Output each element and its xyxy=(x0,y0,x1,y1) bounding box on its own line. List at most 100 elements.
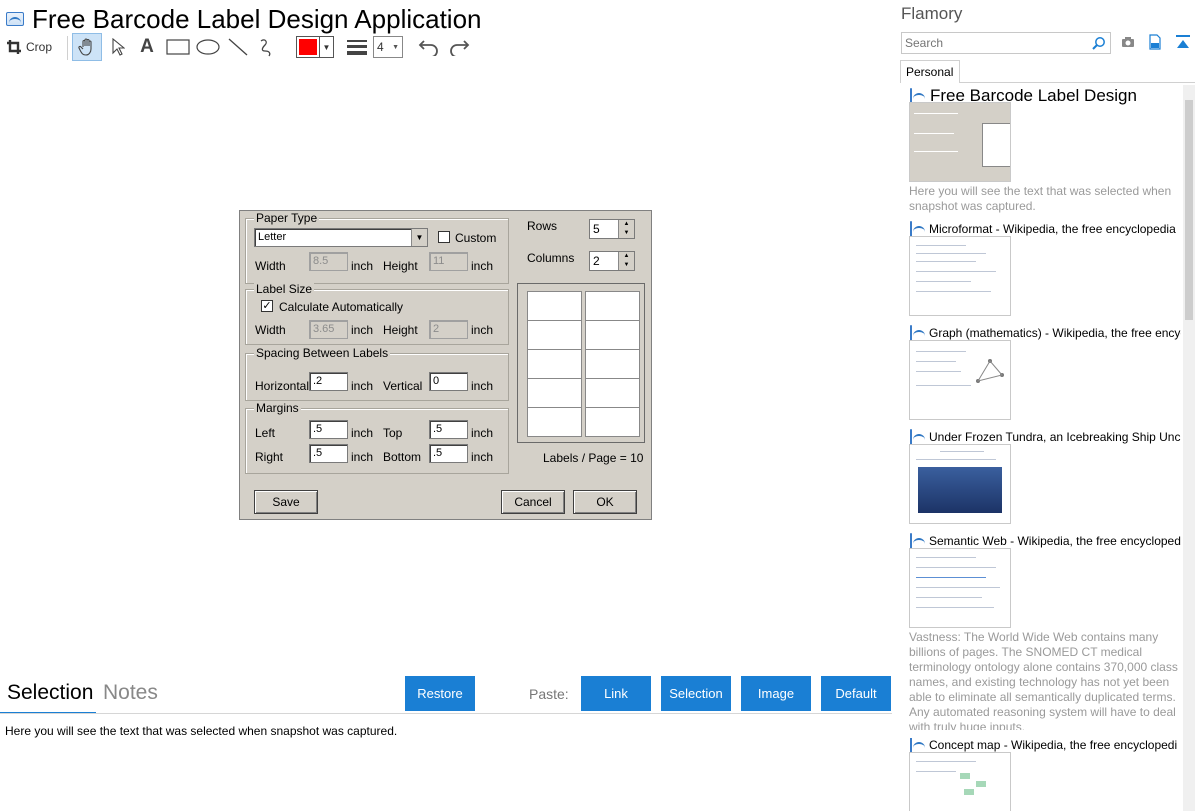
snapshot-item[interactable]: Graph (mathematics) - Wikipedia, the fre… xyxy=(897,325,1181,424)
rectangle-tool-button[interactable] xyxy=(164,33,192,61)
tab-underline xyxy=(959,82,1195,83)
freehand-tool-button[interactable] xyxy=(255,33,279,61)
line-icon xyxy=(228,38,248,56)
paper-width-field[interactable]: 8.5 xyxy=(309,252,348,271)
search-field[interactable] xyxy=(902,33,1088,53)
left-margin-field[interactable]: .5 xyxy=(309,420,348,439)
paste-label: Paste: xyxy=(529,686,569,702)
snapshot-thumbnail xyxy=(909,548,1011,628)
snapshot-note: Vastness: The World Wide Web contains ma… xyxy=(909,630,1178,730)
paper-height-label: Height xyxy=(383,259,418,273)
margins-group: Margins Left .5 inch Top .5 inch Right .… xyxy=(245,401,509,474)
undo-button[interactable] xyxy=(416,33,442,61)
snapshot-thumbnail xyxy=(909,340,1011,420)
paste-default-button[interactable]: Default xyxy=(821,676,891,711)
horizontal-unit: inch xyxy=(351,379,374,393)
crop-button[interactable]: Crop xyxy=(6,33,58,61)
line-width-select[interactable]: 4 ▼ xyxy=(372,33,404,61)
bottom-margin-field[interactable]: .5 xyxy=(429,444,468,463)
bottom-margin-label: Bottom xyxy=(383,450,422,464)
right-margin-field[interactable]: .5 xyxy=(309,444,348,463)
select-tool-button[interactable] xyxy=(106,33,130,61)
label-size-group: Label Size ✓ Calculate Automatically Wid… xyxy=(245,282,509,345)
paste-link-button[interactable]: Link xyxy=(581,676,651,711)
paper-type-select[interactable]: Letter ▼ xyxy=(254,228,428,247)
paste-selection-button[interactable]: Selection xyxy=(661,676,731,711)
cancel-button[interactable]: Cancel xyxy=(501,490,565,514)
spacing-title: Spacing Between Labels xyxy=(254,346,391,360)
snapshot-item[interactable]: Free Barcode Label Design Here you will … xyxy=(897,86,1181,216)
label-width-label: Width xyxy=(255,323,286,337)
snapshot-item[interactable]: Under Frozen Tundra, an Icebreaking Ship… xyxy=(897,429,1181,528)
toolbar: Crop A ▼ 4 ▼ xyxy=(4,33,504,63)
custom-checkbox[interactable] xyxy=(438,231,450,243)
toolbar-divider xyxy=(67,36,68,60)
paper-type-title: Paper Type xyxy=(254,211,320,225)
label-size-title: Label Size xyxy=(254,282,315,296)
rows-label: Rows xyxy=(527,219,558,233)
label-width-unit: inch xyxy=(351,323,374,337)
snapshot-item[interactable]: Concept map - Wikipedia, the free encycl… xyxy=(897,738,1181,811)
top-margin-field[interactable]: .5 xyxy=(429,420,468,439)
snapshot-title: Graph (mathematics) - Wikipedia, the fre… xyxy=(929,326,1181,340)
chevron-down-icon: ▼ xyxy=(411,229,427,246)
preview-label-cell xyxy=(527,291,582,321)
search-input[interactable] xyxy=(901,32,1111,54)
label-height-field[interactable]: 2 xyxy=(429,320,468,339)
line-width-value: 4 xyxy=(377,40,384,54)
color-picker[interactable]: ▼ xyxy=(293,33,337,61)
search-icon[interactable] xyxy=(1092,36,1106,50)
ellipse-tool-button[interactable] xyxy=(194,33,222,61)
undo-icon xyxy=(418,40,438,56)
text-tool-icon: A xyxy=(140,36,154,57)
spinner-arrows-icon: ▲ ▼ xyxy=(618,220,634,238)
rows-value: 5 xyxy=(593,222,600,236)
hand-tool-button[interactable] xyxy=(72,33,102,61)
rectangle-icon xyxy=(166,39,190,55)
label-width-field[interactable]: 3.65 xyxy=(309,320,348,339)
tab-personal[interactable]: Personal xyxy=(900,60,960,83)
scrollbar-thumb[interactable] xyxy=(1185,100,1193,320)
pointer-icon xyxy=(112,38,125,56)
label-height-unit: inch xyxy=(471,323,494,337)
snapshot-thumbnail xyxy=(909,102,1011,182)
left-margin-label: Left xyxy=(255,426,276,440)
document-icon[interactable] xyxy=(1149,34,1161,50)
paper-width-label: Width xyxy=(255,259,286,273)
vertical-label: Vertical xyxy=(383,379,423,393)
rows-spinner[interactable]: 5 ▲ ▼ xyxy=(589,219,635,239)
preview-label-cell xyxy=(527,378,582,408)
snapshot-title: Concept map - Wikipedia, the free encycl… xyxy=(929,738,1178,752)
save-button[interactable]: Save xyxy=(254,490,318,514)
columns-spinner[interactable]: 2 ▲ ▼ xyxy=(589,251,635,271)
paste-image-button[interactable]: Image xyxy=(741,676,811,711)
horizontal-spacing-field[interactable]: .2 xyxy=(309,372,348,391)
right-margin-unit: inch xyxy=(351,450,374,464)
camera-icon[interactable] xyxy=(1121,36,1135,48)
left-margin-unit: inch xyxy=(351,426,374,440)
collapse-top-icon[interactable] xyxy=(1175,34,1191,50)
snapshot-item[interactable]: Microformat - Wikipedia, the free encycl… xyxy=(897,221,1181,320)
label-setup-dialog: Paper Type Letter ▼ Custom Width 8.5 inc… xyxy=(239,210,652,520)
line-tool-button[interactable] xyxy=(225,33,251,61)
text-tool-button[interactable]: A xyxy=(135,33,159,61)
tab-notes[interactable]: Notes xyxy=(103,681,158,705)
chevron-down-icon: ▼ xyxy=(320,36,334,58)
label-preview xyxy=(517,283,645,443)
vertical-spacing-field[interactable]: 0 xyxy=(429,372,468,391)
tab-selection[interactable]: Selection xyxy=(7,681,93,705)
ellipse-icon xyxy=(196,39,220,55)
snapshot-title: Under Frozen Tundra, an Icebreaking Ship… xyxy=(929,430,1181,444)
redo-button[interactable] xyxy=(446,33,472,61)
scrollbar[interactable] xyxy=(1183,85,1195,811)
calculate-automatically-checkbox[interactable]: ✓ xyxy=(261,300,273,312)
paper-height-field[interactable]: 11 xyxy=(429,252,468,271)
tabs-divider xyxy=(0,713,892,714)
restore-button[interactable]: Restore xyxy=(405,676,475,711)
paper-height-unit: inch xyxy=(471,259,494,273)
crop-label: Crop xyxy=(26,40,53,54)
snapshot-thumbnail xyxy=(909,444,1011,524)
ok-button[interactable]: OK xyxy=(573,490,637,514)
snapshot-item[interactable]: Semantic Web - Wikipedia, the free encyc… xyxy=(897,533,1181,734)
preview-label-cell xyxy=(585,320,640,350)
